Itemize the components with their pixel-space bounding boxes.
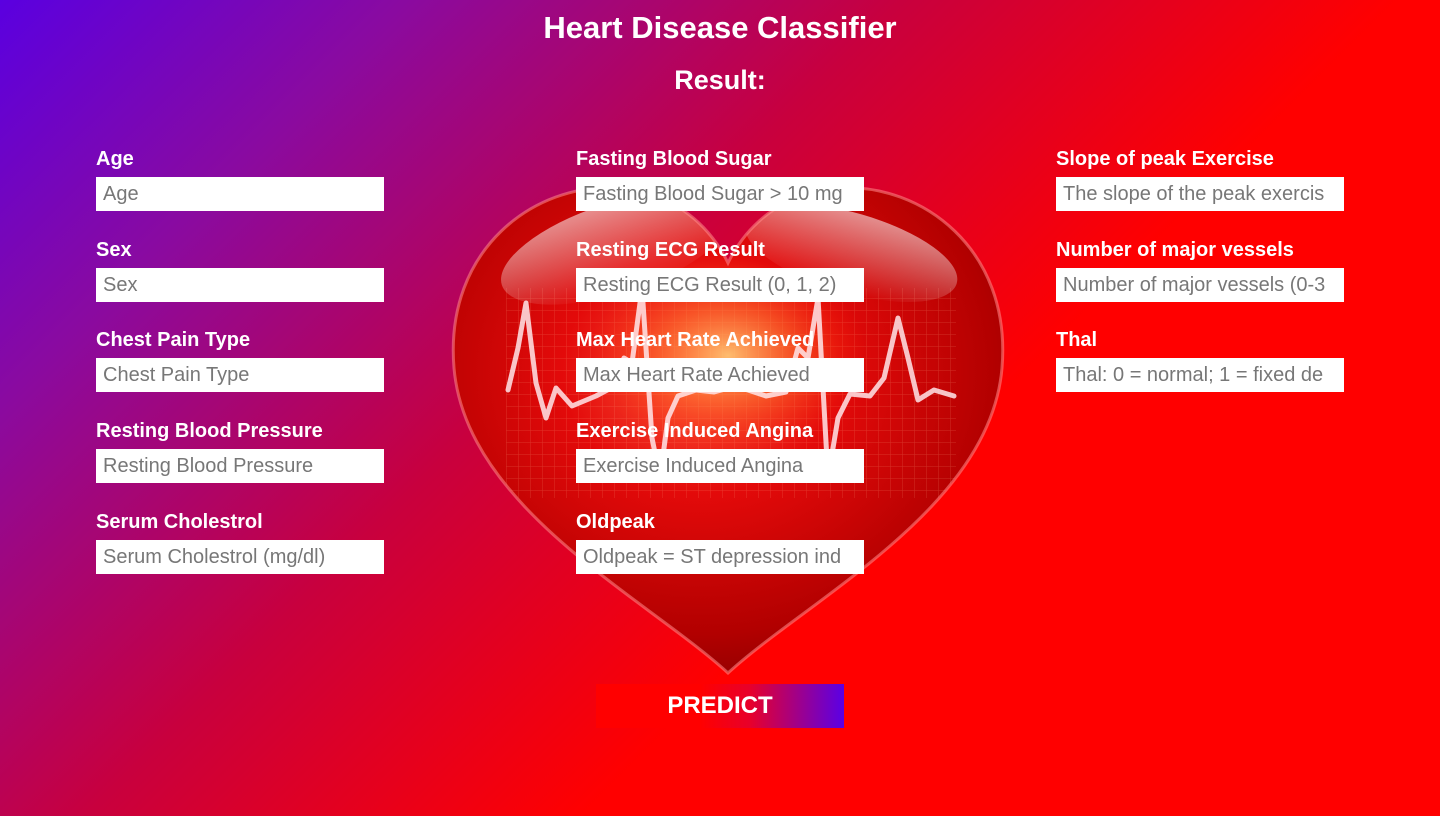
result-label: Result: [674, 65, 766, 95]
thal-input[interactable] [1056, 358, 1344, 392]
age-label: Age [96, 148, 134, 170]
sex-field-group: Sex [96, 236, 384, 302]
thal-field-group: Thal [1056, 326, 1344, 392]
max-heart-rate-input[interactable] [576, 358, 864, 392]
chest-pain-type-input[interactable] [96, 358, 384, 392]
chest-pain-type-field-group: Chest Pain Type [96, 326, 384, 392]
oldpeak-field-group: Oldpeak [576, 508, 864, 574]
chest-pain-type-label: Chest Pain Type [96, 329, 251, 351]
exercise-induced-angina-input[interactable] [576, 449, 864, 483]
serum-cholestrol-input[interactable] [96, 540, 384, 574]
oldpeak-label: Oldpeak [576, 511, 655, 533]
resting-ecg-result-field-group: Resting ECG Result [576, 236, 864, 302]
max-heart-rate-label: Max Heart Rate Achieved [576, 329, 815, 351]
resting-blood-pressure-field-group: Resting Blood Pressure [96, 417, 384, 483]
predict-button[interactable]: PREDICT [596, 684, 844, 728]
major-vessels-input[interactable] [1056, 268, 1344, 302]
serum-cholestrol-label: Serum Cholestrol [96, 511, 263, 533]
fasting-blood-sugar-label: Fasting Blood Sugar [576, 148, 772, 170]
oldpeak-input[interactable] [576, 540, 864, 574]
max-heart-rate-field-group: Max Heart Rate Achieved [576, 326, 864, 392]
slope-input[interactable] [1056, 177, 1344, 211]
sex-input[interactable] [96, 268, 384, 302]
age-input[interactable] [96, 177, 384, 211]
major-vessels-field-group: Number of major vessels [1056, 236, 1344, 302]
fasting-blood-sugar-field-group: Fasting Blood Sugar [576, 145, 864, 211]
thal-label: Thal [1056, 329, 1098, 351]
major-vessels-label: Number of major vessels [1056, 239, 1294, 261]
slope-field-group: Slope of peak Exercise [1056, 145, 1344, 211]
fasting-blood-sugar-input[interactable] [576, 177, 864, 211]
slope-label: Slope of peak Exercise [1056, 148, 1274, 170]
resting-ecg-result-label: Resting ECG Result [576, 239, 765, 261]
resting-blood-pressure-input[interactable] [96, 449, 384, 483]
sex-label: Sex [96, 239, 132, 261]
resting-blood-pressure-label: Resting Blood Pressure [96, 420, 323, 442]
resting-ecg-result-input[interactable] [576, 268, 864, 302]
page-title: Heart Disease Classifier [543, 10, 897, 45]
age-field-group: Age [96, 145, 384, 211]
exercise-induced-angina-field-group: Exercise Induced Angina [576, 417, 864, 483]
exercise-induced-angina-label: Exercise Induced Angina [576, 420, 814, 442]
serum-cholestrol-field-group: Serum Cholestrol [96, 508, 384, 574]
